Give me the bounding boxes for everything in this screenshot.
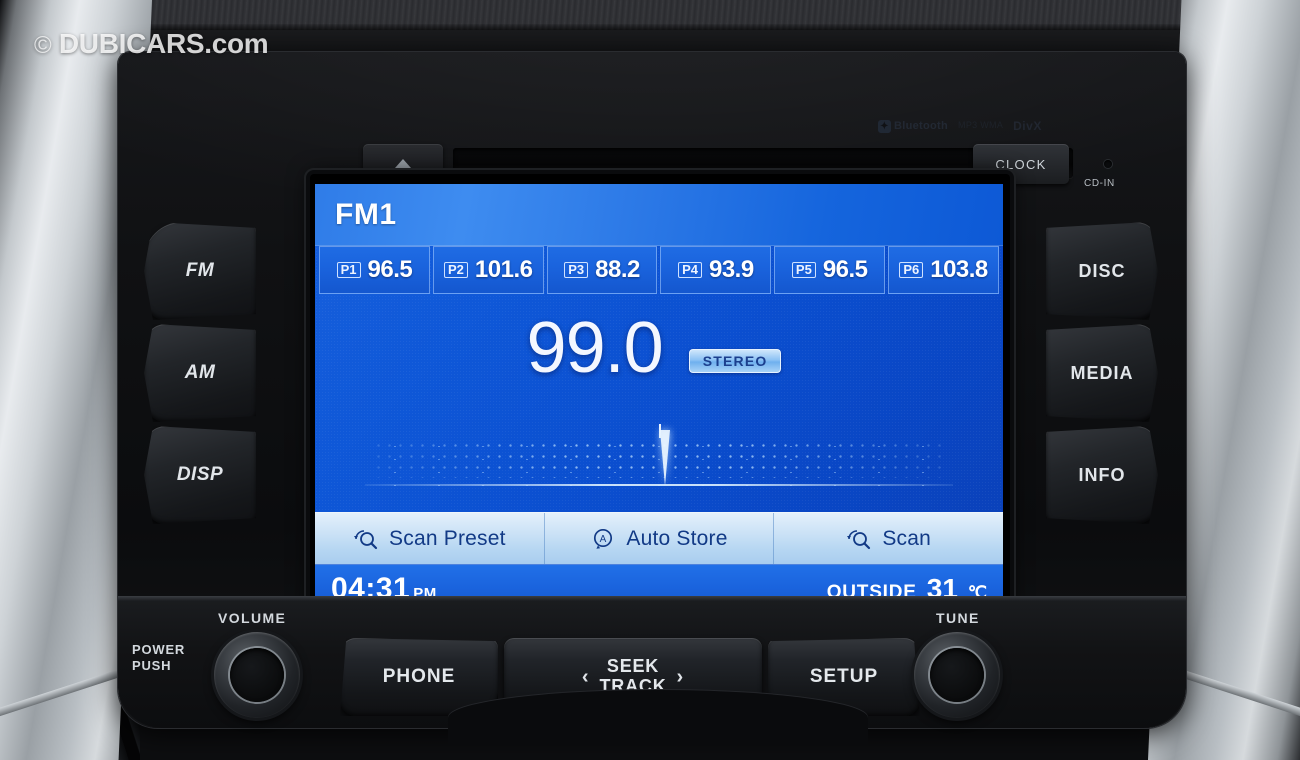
scan-preset-label: Scan Preset [389, 526, 506, 550]
am-button-label: AM [184, 362, 216, 383]
left-button-column: FM AM DISP [144, 222, 262, 528]
preset-row: P1 96.5 P2 101.6 P3 88.2 P4 93.9 P5 96.5… [315, 246, 1003, 294]
disc-button-label: DISC [1078, 260, 1126, 281]
info-button-label: INFO [1078, 464, 1126, 485]
preset-button-3[interactable]: P3 88.2 [546, 246, 658, 294]
preset-button-6[interactable]: P6 103.8 [888, 246, 999, 294]
bluetooth-label: Bluetooth [894, 120, 949, 132]
am-button[interactable]: AM [144, 324, 256, 422]
band-header: FM1 [315, 184, 1003, 246]
seek-label-line1: SEEK [606, 656, 660, 677]
lcd-screen[interactable]: FM1 P1 96.5 P2 101.6 P3 88.2 P4 93.9 P5 … [315, 184, 1003, 612]
setup-button-label: SETUP [809, 666, 879, 687]
scan-label: Scan [882, 526, 932, 550]
preset-freq-2: 101.6 [474, 256, 533, 283]
bluetooth-icon: ✦ Bluetooth [878, 119, 949, 133]
mp3-wma-logo: MP3 WMA [958, 120, 1004, 131]
tune-label: TUNE [936, 610, 980, 626]
scan-icon [847, 529, 871, 549]
stereo-badge: STEREO [688, 349, 782, 373]
svg-text:A: A [600, 534, 607, 545]
control-panel: POWER PUSH VOLUME PHONE ‹ SEEK TRACK › S… [118, 596, 1186, 746]
disp-button-label: DISP [176, 464, 224, 485]
preset-freq-5: 96.5 [822, 256, 868, 283]
eject-icon [395, 158, 411, 168]
auto-store-label: Auto Store [626, 526, 728, 550]
info-button[interactable]: INFO [1046, 426, 1158, 524]
current-frequency-area: 99.0 STEREO [315, 302, 1003, 394]
right-button-column: DISC MEDIA INFO [1046, 222, 1164, 528]
watermark-copyright: © [34, 32, 52, 59]
watermark: © DUBICARS.com [34, 28, 269, 60]
fm-button-label: FM [185, 260, 215, 281]
preset-tag-1: P1 [336, 262, 361, 278]
band-label: FM1 [335, 198, 397, 231]
control-panel-lip [118, 596, 1186, 601]
tune-knob[interactable] [914, 632, 1000, 718]
power-push-label: POWER PUSH [132, 642, 185, 673]
preset-tag-6: P6 [899, 262, 924, 278]
volume-label: VOLUME [218, 610, 287, 626]
media-button[interactable]: MEDIA [1046, 324, 1158, 422]
disp-button[interactable]: DISP [144, 426, 256, 524]
preset-button-1[interactable]: P1 96.5 [319, 246, 430, 294]
media-button-label: MEDIA [1070, 362, 1134, 383]
chevron-left-icon[interactable]: ‹ [582, 666, 590, 689]
power-label-line1: POWER [132, 642, 186, 657]
auto-store-icon: A [594, 528, 613, 549]
preset-button-5[interactable]: P5 96.5 [774, 246, 886, 294]
screenshot-root: ✦ Bluetooth MP3 WMA DivX CLOCK CD-IN FM … [0, 0, 1300, 760]
preset-button-4[interactable]: P4 93.9 [660, 246, 772, 294]
watermark-text: DUBICARS.com [58, 28, 269, 59]
fm-button[interactable]: FM [144, 222, 256, 320]
media-format-logos: ✦ Bluetooth MP3 WMA DivX [878, 114, 1098, 138]
scan-preset-icon [354, 529, 378, 549]
phone-button-label: PHONE [382, 666, 456, 687]
preset-tag-4: P4 [678, 262, 702, 278]
tuning-scale[interactable] [365, 422, 953, 500]
volume-power-knob[interactable] [214, 632, 300, 718]
display-bezel: FM1 P1 96.5 P2 101.6 P3 88.2 P4 93.9 P5 … [310, 174, 1010, 622]
preset-freq-4: 93.9 [708, 256, 754, 283]
power-label-line2: PUSH [132, 657, 172, 673]
preset-tag-5: P5 [791, 262, 816, 278]
divx-logo: DivX [1013, 119, 1042, 133]
preset-tag-3: P3 [564, 262, 589, 278]
preset-freq-3: 88.2 [595, 256, 640, 283]
preset-freq-1: 96.5 [367, 256, 413, 283]
dash-top-trim [0, 0, 1300, 30]
tuning-needle [660, 430, 671, 486]
preset-button-2[interactable]: P2 101.6 [432, 246, 544, 294]
scan-button[interactable]: Scan [774, 513, 1003, 564]
soft-key-row: Scan Preset A Auto Store Scan [315, 512, 1003, 564]
current-frequency: 99.0 [526, 308, 664, 388]
tuning-scale-ticks [373, 440, 945, 498]
tuning-scale-baseline [365, 484, 953, 486]
chevron-right-icon[interactable]: › [677, 666, 685, 689]
auto-store-button[interactable]: A Auto Store [545, 513, 775, 564]
preset-tag-2: P2 [444, 262, 468, 278]
disc-button[interactable]: DISC [1046, 222, 1158, 320]
cd-in-indicator [1104, 160, 1112, 168]
cd-in-label: CD-IN [1084, 178, 1115, 189]
scan-preset-button[interactable]: Scan Preset [315, 513, 545, 564]
control-panel-curve [448, 690, 868, 746]
preset-freq-6: 103.8 [930, 256, 988, 283]
